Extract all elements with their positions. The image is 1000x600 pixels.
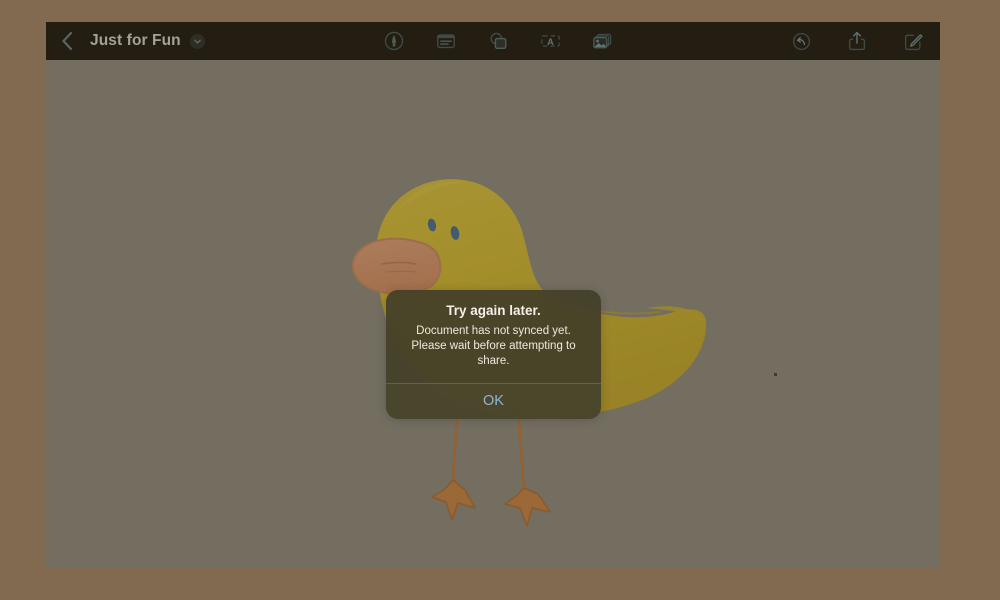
toolbar-right-group xyxy=(788,22,926,60)
alert-ok-button[interactable]: OK xyxy=(386,383,601,419)
alert-dialog: Try again later. Document has not synced… xyxy=(386,290,601,419)
toolbar-center-group: A xyxy=(381,22,615,60)
alert-title: Try again later. xyxy=(446,303,541,318)
chevron-down-icon[interactable] xyxy=(189,33,205,49)
ink-tool-icon[interactable] xyxy=(381,28,407,54)
svg-text:A: A xyxy=(547,37,554,47)
back-chevron-icon[interactable] xyxy=(56,28,78,54)
compose-icon[interactable] xyxy=(900,28,926,54)
undo-icon[interactable] xyxy=(788,28,814,54)
shapes-icon[interactable] xyxy=(485,28,511,54)
app-window: Just for Fun A Try again later. Document… xyxy=(46,22,940,568)
alert-message: Document has not synced yet. Please wait… xyxy=(411,324,576,368)
document-title[interactable]: Just for Fun xyxy=(90,32,181,50)
text-box-icon[interactable]: A xyxy=(537,28,563,54)
screen: Just for Fun A Try again later. Document… xyxy=(0,0,1000,600)
text-note-icon[interactable] xyxy=(433,28,459,54)
share-icon[interactable] xyxy=(844,28,870,54)
top-toolbar: Just for Fun A xyxy=(46,22,940,60)
toolbar-left-group: Just for Fun xyxy=(56,22,205,60)
media-icon[interactable] xyxy=(589,28,615,54)
stray-mark xyxy=(774,373,777,376)
alert-body: Try again later. Document has not synced… xyxy=(386,290,601,383)
